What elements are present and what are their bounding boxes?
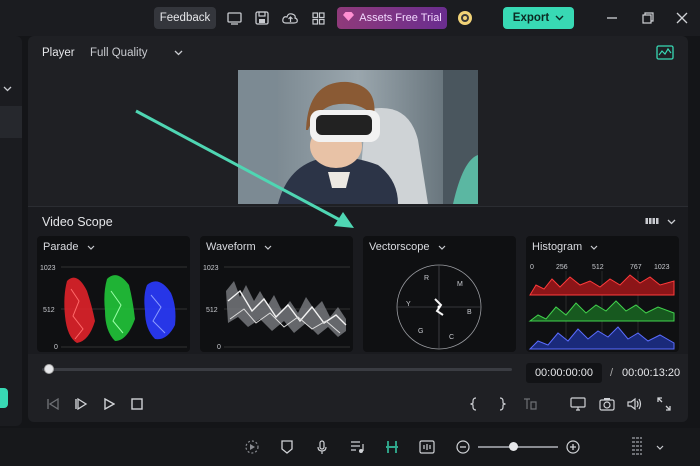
zoom-out-icon[interactable]	[454, 438, 472, 456]
track-layout-icon[interactable]	[628, 434, 646, 460]
microphone-icon[interactable]	[313, 438, 331, 456]
timeline-toolbar	[0, 428, 700, 466]
zoom-slider-track[interactable]	[478, 446, 558, 448]
magnetic-snap-icon[interactable]	[383, 438, 401, 456]
render-preview-icon[interactable]	[243, 438, 261, 456]
chevron-down-icon[interactable]	[651, 438, 669, 456]
zoom-slider-handle[interactable]	[509, 442, 518, 451]
marker-icon[interactable]	[278, 438, 296, 456]
audio-list-icon[interactable]	[348, 438, 366, 456]
zoom-in-icon[interactable]	[564, 438, 582, 456]
split-preview-icon[interactable]	[418, 438, 436, 456]
annotation-arrow	[135, 109, 354, 228]
